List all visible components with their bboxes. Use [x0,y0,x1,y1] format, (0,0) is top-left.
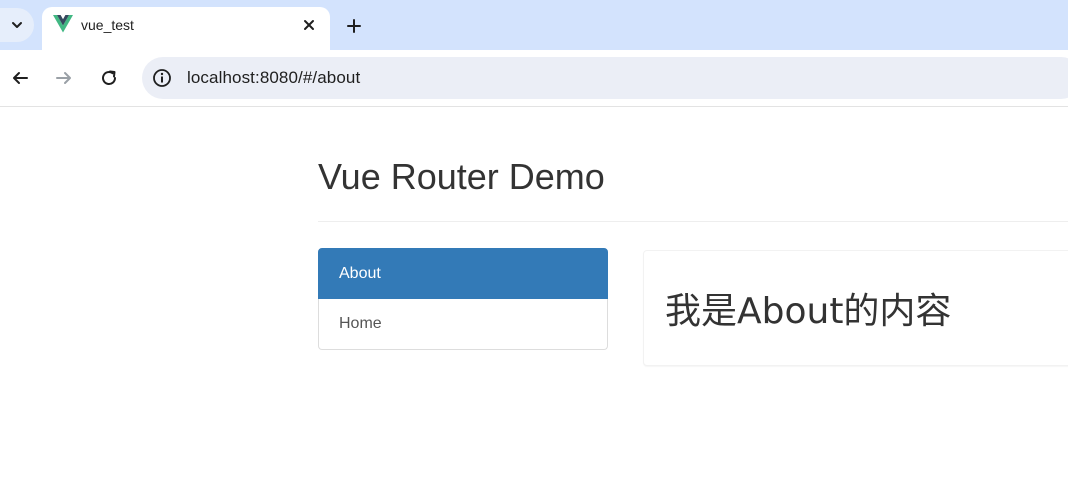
browser-toolbar: localhost:8080/#/about [0,50,1068,107]
close-icon [304,20,314,30]
browser-tabstrip: vue_test [0,0,1068,50]
vue-logo-icon [53,15,73,33]
nav-item-home[interactable]: Home [318,299,608,350]
arrow-right-icon [56,72,71,84]
plus-icon [347,19,361,33]
tab-close-button[interactable] [299,15,319,35]
reload-icon [102,70,116,85]
reload-button[interactable] [95,64,123,92]
address-bar[interactable]: localhost:8080/#/about [142,57,1068,99]
forward-button[interactable] [50,64,78,92]
new-tab-button[interactable] [340,12,368,40]
title-divider [318,221,1068,222]
chevron-down-icon [12,22,22,28]
info-icon[interactable] [152,68,172,88]
back-button[interactable] [6,64,34,92]
content-panel: 我是About的内容 [643,250,1068,366]
tab-search-button[interactable] [0,8,34,42]
browser-tab[interactable]: vue_test [42,7,330,50]
nav-item-about[interactable]: About [318,248,608,299]
content-heading: 我是About的内容 [665,291,952,332]
tab-title: vue_test [81,17,134,33]
arrow-left-icon [13,72,28,84]
nav-list: About Home [318,248,608,350]
page-title: Vue Router Demo [318,156,605,197]
url-text[interactable]: localhost:8080/#/about [187,68,360,88]
